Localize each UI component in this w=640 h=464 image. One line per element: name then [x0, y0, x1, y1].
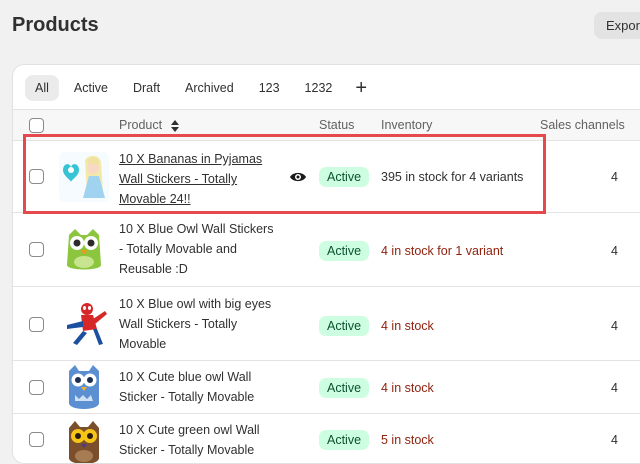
table-row[interactable]: 10 X Cute blue owl Wall Sticker - Totall… [13, 361, 640, 414]
inventory-text: 395 in stock for 4 variants [381, 170, 524, 184]
blue-owl-icon [59, 363, 109, 413]
column-status: Status [319, 118, 355, 132]
inventory-text: 4 in stock [381, 381, 434, 395]
status-badge: Active [319, 316, 370, 336]
table-row[interactable]: 10 X Bananas in Pyjamas Wall Stickers - … [13, 141, 640, 213]
status-badge: Active [319, 430, 370, 450]
inventory-text: 4 in stock [381, 319, 434, 333]
table-row[interactable]: 10 X Cute green owl Wall Sticker - Total… [13, 414, 640, 463]
tab-active[interactable]: Active [64, 75, 118, 101]
column-inventory: Inventory [381, 118, 433, 132]
column-sales-channels: Sales channels [540, 118, 625, 132]
product-name[interactable]: 10 X Cute blue owl Wall Sticker - Totall… [119, 367, 279, 407]
brown-owl-icon [59, 418, 109, 463]
select-all-checkbox[interactable] [29, 118, 44, 133]
add-view-button[interactable]: + [347, 75, 375, 101]
status-badge: Active [319, 378, 370, 398]
sales-channels-count: 4 [611, 381, 618, 395]
tab-all[interactable]: All [25, 75, 59, 101]
page-title: Products [12, 14, 99, 36]
row-checkbox[interactable] [29, 169, 44, 184]
sort-icon [170, 119, 179, 132]
inventory-text: 5 in stock [381, 433, 434, 447]
tab-1232[interactable]: 1232 [295, 75, 343, 101]
princess-sticker-icon [59, 152, 109, 202]
eye-icon[interactable] [289, 170, 307, 184]
product-name[interactable]: 10 X Blue Owl Wall Stickers - Totally Mo… [119, 219, 279, 279]
sales-channels-count: 4 [611, 319, 618, 333]
sales-channels-count: 4 [611, 433, 618, 447]
product-name[interactable]: 10 X Cute green owl Wall Sticker - Total… [119, 420, 279, 460]
row-checkbox[interactable] [29, 432, 44, 447]
row-checkbox[interactable] [29, 317, 44, 332]
products-card: All Active Draft Archived 123 1232 + Pro… [12, 64, 640, 464]
sales-channels-count: 4 [611, 170, 618, 184]
column-product-label: Product [119, 118, 163, 132]
table-row[interactable]: 10 X Blue Owl Wall Stickers - Totally Mo… [13, 213, 640, 287]
product-name-link[interactable]: 10 X Bananas in Pyjamas Wall Stickers - … [119, 149, 279, 209]
table-header: Product Status Inventory Sales channels [13, 109, 640, 141]
tab-123[interactable]: 123 [249, 75, 290, 101]
green-owl-icon [59, 225, 109, 275]
tab-archived[interactable]: Archived [175, 75, 244, 101]
view-tabs: All Active Draft Archived 123 1232 + [25, 74, 380, 102]
inventory-text: 4 in stock for 1 variant [381, 244, 504, 258]
row-checkbox[interactable] [29, 380, 44, 395]
export-button[interactable]: Export [594, 12, 640, 39]
product-name[interactable]: 10 X Blue owl with big eyes Wall Sticker… [119, 294, 279, 354]
status-badge: Active [319, 241, 370, 261]
tab-draft[interactable]: Draft [123, 75, 170, 101]
sales-channels-count: 4 [611, 244, 618, 258]
status-badge: Active [319, 167, 370, 187]
spiderman-icon [59, 299, 109, 349]
table-row[interactable]: 10 X Blue owl with big eyes Wall Sticker… [13, 287, 640, 361]
row-checkbox[interactable] [29, 242, 44, 257]
column-product[interactable]: Product [119, 118, 179, 132]
